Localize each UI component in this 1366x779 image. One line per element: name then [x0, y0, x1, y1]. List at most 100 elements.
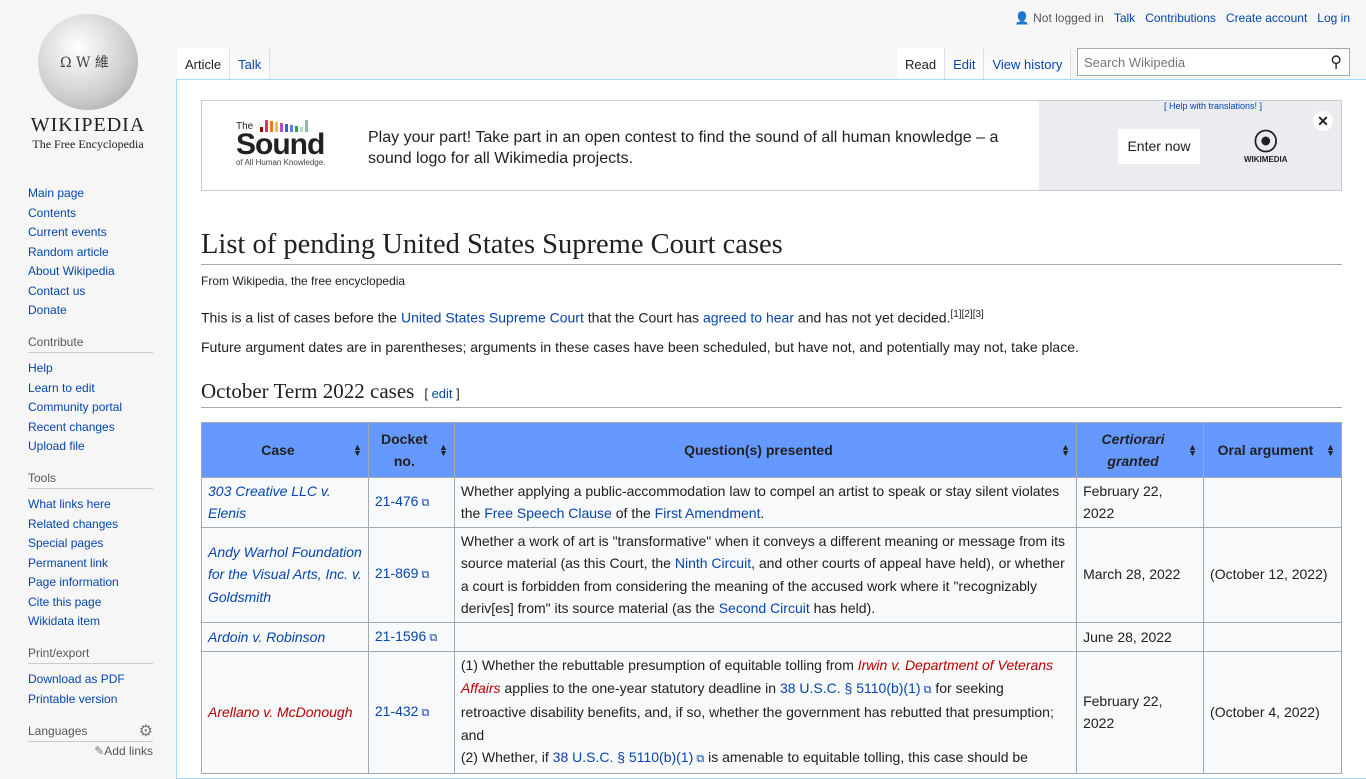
question-cell: Whether a work of art is "transformative…: [453, 526, 1078, 623]
sort-icon[interactable]: ▲ ▼: [439, 442, 448, 457]
sidebar-item-wikidata-item[interactable]: Wikidata item: [28, 614, 158, 628]
login-link[interactable]: Log in: [1317, 11, 1350, 25]
inline-link[interactable]: Second Circuit: [719, 600, 810, 616]
sort-icon[interactable]: ▲ ▼: [1061, 442, 1070, 457]
sidebar-item-upload-file[interactable]: Upload file: [28, 439, 158, 453]
create-account-link[interactable]: Create account: [1226, 11, 1307, 25]
sidebar-item-recent-changes[interactable]: Recent changes: [28, 420, 158, 434]
talk-link[interactable]: Talk: [1114, 11, 1135, 25]
case-cell: Andy Warhol Foundation for the Visual Ar…: [201, 526, 369, 623]
sidebar-item-about-wikipedia[interactable]: About Wikipedia: [28, 264, 158, 278]
external-link-icon: ⧉: [426, 631, 438, 644]
sidebar-item-contents[interactable]: Contents: [28, 206, 158, 220]
docket-link[interactable]: 21-432: [375, 703, 419, 719]
sidebar-item-community-portal[interactable]: Community portal: [28, 400, 158, 414]
docket-link[interactable]: 21-476: [375, 493, 419, 509]
case-link[interactable]: Ardoin v. Robinson: [208, 629, 325, 645]
contributions-link[interactable]: Contributions: [1145, 11, 1216, 25]
sidebar-item-cite-this-page[interactable]: Cite this page: [28, 595, 158, 609]
docket-link[interactable]: 21-869: [375, 565, 419, 581]
tab-edit[interactable]: Edit: [945, 48, 985, 79]
intro-paragraph: This is a list of cases before the Unite…: [201, 305, 1342, 328]
case-cell: Ardoin v. Robinson: [201, 621, 369, 653]
inline-link[interactable]: agreed to hear: [703, 310, 794, 326]
tools-heading: Tools: [28, 471, 153, 489]
case-link[interactable]: Andy Warhol Foundation for the Visual Ar…: [208, 544, 362, 605]
sidebar-item-what-links-here[interactable]: What links here: [28, 497, 158, 511]
column-header-3[interactable]: Certiorari granted ▲ ▼: [1076, 421, 1205, 478]
sort-icon[interactable]: ▲ ▼: [1188, 442, 1197, 457]
not-logged-in: Not logged in: [1033, 11, 1104, 25]
sidebar-item-help[interactable]: Help: [28, 361, 158, 375]
sidebar-item-permanent-link[interactable]: Permanent link: [28, 556, 158, 570]
inline-link[interactable]: [1][2][3]: [950, 309, 983, 320]
inline-link[interactable]: United States Supreme Court: [401, 310, 584, 326]
sidebar-item-special-pages[interactable]: Special pages: [28, 536, 158, 550]
header-label: Certiorari granted: [1101, 430, 1165, 469]
column-header-4[interactable]: Oral argument ▲ ▼: [1203, 421, 1342, 478]
external-link-icon: ⧉: [418, 496, 430, 509]
column-header-2[interactable]: Question(s) presented ▲ ▼: [453, 421, 1078, 478]
cases-table: Case ▲ ▼ Docket no. ▲ ▼ Question(s) presente…: [201, 421, 1342, 774]
granted-cell: February 22, 2022: [1076, 651, 1205, 774]
edit-section-link[interactable]: edit: [432, 386, 453, 401]
close-icon[interactable]: ✕: [1313, 111, 1333, 131]
tab-talk[interactable]: Talk: [230, 48, 271, 79]
sidebar-item-main-page[interactable]: Main page: [28, 186, 158, 200]
oral-argument-cell: [1203, 476, 1342, 528]
text-segment: has held).: [809, 600, 876, 617]
sort-icon[interactable]: ▲ ▼: [353, 442, 362, 457]
tab-article[interactable]: Article: [177, 48, 231, 79]
sound-logo: The Sound of All Human Knowledge.: [202, 101, 352, 190]
gear-icon[interactable]: ⚙: [139, 721, 153, 741]
print-list: Download as PDF Printable version: [28, 672, 158, 706]
docket-link[interactable]: 21-1596: [375, 628, 426, 644]
languages-heading: Languages ⚙: [28, 721, 153, 742]
oral-argument-cell: (October 12, 2022): [1203, 526, 1342, 623]
search-input[interactable]: Search Wikipedia ⚲: [1077, 48, 1350, 76]
question-cell: (1) Whether the rebuttable presumption o…: [453, 651, 1078, 774]
case-link[interactable]: 303 Creative LLC v. Elenis: [208, 483, 331, 522]
tagline: The Free Encyclopedia: [32, 137, 144, 151]
sidebar-item-download-as-pdf[interactable]: Download as PDF: [28, 672, 158, 686]
case-cell: Arellano v. McDonough: [201, 651, 369, 774]
granted-cell: March 28, 2022: [1076, 526, 1205, 623]
sidebar-item-current-events[interactable]: Current events: [28, 225, 158, 239]
help-translations-link[interactable]: [ Help with translations! ]: [1164, 101, 1262, 111]
enter-now-button[interactable]: Enter now: [1118, 129, 1200, 164]
sidebar-item-learn-to-edit[interactable]: Learn to edit: [28, 381, 158, 395]
add-links-link[interactable]: Add links: [104, 744, 153, 758]
inline-link[interactable]: Free Speech Clause: [484, 505, 612, 521]
inline-link[interactable]: 38 U.S.C. § 5110(b)(1): [780, 680, 921, 696]
sidebar-item-printable-version[interactable]: Printable version: [28, 692, 158, 706]
sidebar-item-donate[interactable]: Donate: [28, 303, 158, 317]
inline-link[interactable]: First Amendment: [655, 505, 761, 521]
text-segment: that the Court has: [583, 309, 703, 326]
column-header-1[interactable]: Docket no. ▲ ▼: [367, 421, 455, 478]
sort-icon[interactable]: ▲ ▼: [1326, 442, 1335, 457]
tab-read[interactable]: Read: [897, 48, 946, 79]
wikimedia-icon: ⦿: [1253, 129, 1278, 156]
sidebar-item-random-article[interactable]: Random article: [28, 245, 158, 259]
docket-cell: 21-476 ⧉: [367, 476, 455, 528]
header-label: Docket no.: [381, 430, 428, 469]
tab-view-history[interactable]: View history: [984, 48, 1072, 79]
sidebar-item-page-information[interactable]: Page information: [28, 575, 158, 589]
pencil-icon: ✎: [94, 743, 105, 758]
question-cell: [453, 621, 1078, 653]
wikipedia-logo[interactable]: Ω W 維 Wikipedia The Free Encyclopedia: [26, 14, 150, 152]
external-link-icon: ⧉: [920, 683, 932, 696]
case-link[interactable]: Arellano v. McDonough: [208, 704, 352, 720]
search-icon[interactable]: ⚲: [1330, 52, 1342, 72]
sidebar: Main page Contents Current events Random ar…: [28, 186, 158, 758]
docket-cell: 21-869 ⧉: [367, 526, 455, 623]
text-segment: applies to the one-year statutory deadli…: [500, 679, 780, 696]
inline-link[interactable]: 38 U.S.C. § 5110(b)(1): [553, 749, 694, 765]
column-header-0[interactable]: Case ▲ ▼: [201, 421, 369, 478]
note-paragraph: Future argument dates are in parentheses…: [201, 338, 1079, 355]
sidebar-item-contact-us[interactable]: Contact us: [28, 284, 158, 298]
case-cell: 303 Creative LLC v. Elenis: [201, 476, 369, 528]
sidebar-item-related-changes[interactable]: Related changes: [28, 517, 158, 531]
logo-sound: Sound: [236, 128, 325, 161]
inline-link[interactable]: Ninth Circuit: [675, 555, 751, 571]
